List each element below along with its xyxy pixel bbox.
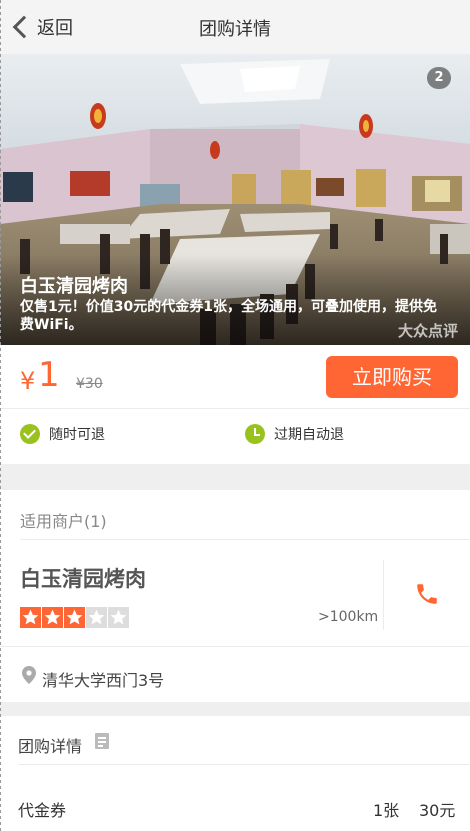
voucher-label: 代金券 [18,801,67,820]
image-count-badge: 2 [427,67,451,89]
clock-icon [245,424,265,444]
merchants-title: 适用商户(1) [20,512,107,531]
phone-icon[interactable] [414,581,440,607]
divider [18,764,470,765]
location-pin-icon [22,666,36,684]
merchant-name[interactable]: 白玉清园烤肉 [20,563,146,593]
document-icon [95,733,109,749]
deal-details-title: 团购详情 [18,737,83,756]
section-divider [0,702,470,716]
watermark: 大众点评 [397,322,458,340]
left-border [0,0,1,831]
voucher-value: 30元 [419,801,456,820]
check-icon [20,424,40,444]
price-row: ¥ 1 ¥30 立即购买 [0,345,470,409]
currency-symbol: ¥ [20,367,36,395]
star-filled-icon [20,607,41,628]
merchant-address[interactable]: 清华大学西门3号 [42,667,164,691]
divider [0,646,470,647]
current-price: 1 [38,355,60,395]
voucher-quantity: 1张 [373,801,400,820]
star-filled-icon [42,607,63,628]
buy-now-button[interactable]: 立即购买 [326,356,458,398]
merchant-distance: >100km [318,609,379,625]
hero-merchant-name: 白玉清园烤肉 [20,276,128,297]
deal-description: 仅售1元！价值30元的代金券1张，全场通用，可叠加使用，提供免费WiFi。 [20,299,437,333]
star-rating [20,607,130,628]
page-title: 团购详情 [199,19,271,40]
guarantee-row: 随时可退 过期自动退 [0,409,470,464]
merchants-section: 适用商户(1) 白玉清园烤肉 >100km 清华大学西门3号 [0,490,470,700]
deal-details-section: 团购详情 代金券 1张 30元 [0,716,470,831]
auto-refund-label: 过期自动退 [274,427,344,443]
section-divider [0,464,470,490]
refund-anytime-label: 随时可退 [49,427,105,443]
divider [383,560,384,630]
auto-refund-on-expiry: 过期自动退 [245,424,344,444]
star-empty-icon [108,607,129,628]
divider [20,539,470,540]
top-nav-bar: 返回 团购详情 [0,0,470,54]
original-price: ¥30 [76,376,103,392]
refund-anytime: 随时可退 [20,424,105,444]
star-empty-icon [86,607,107,628]
star-filled-icon [64,607,85,628]
